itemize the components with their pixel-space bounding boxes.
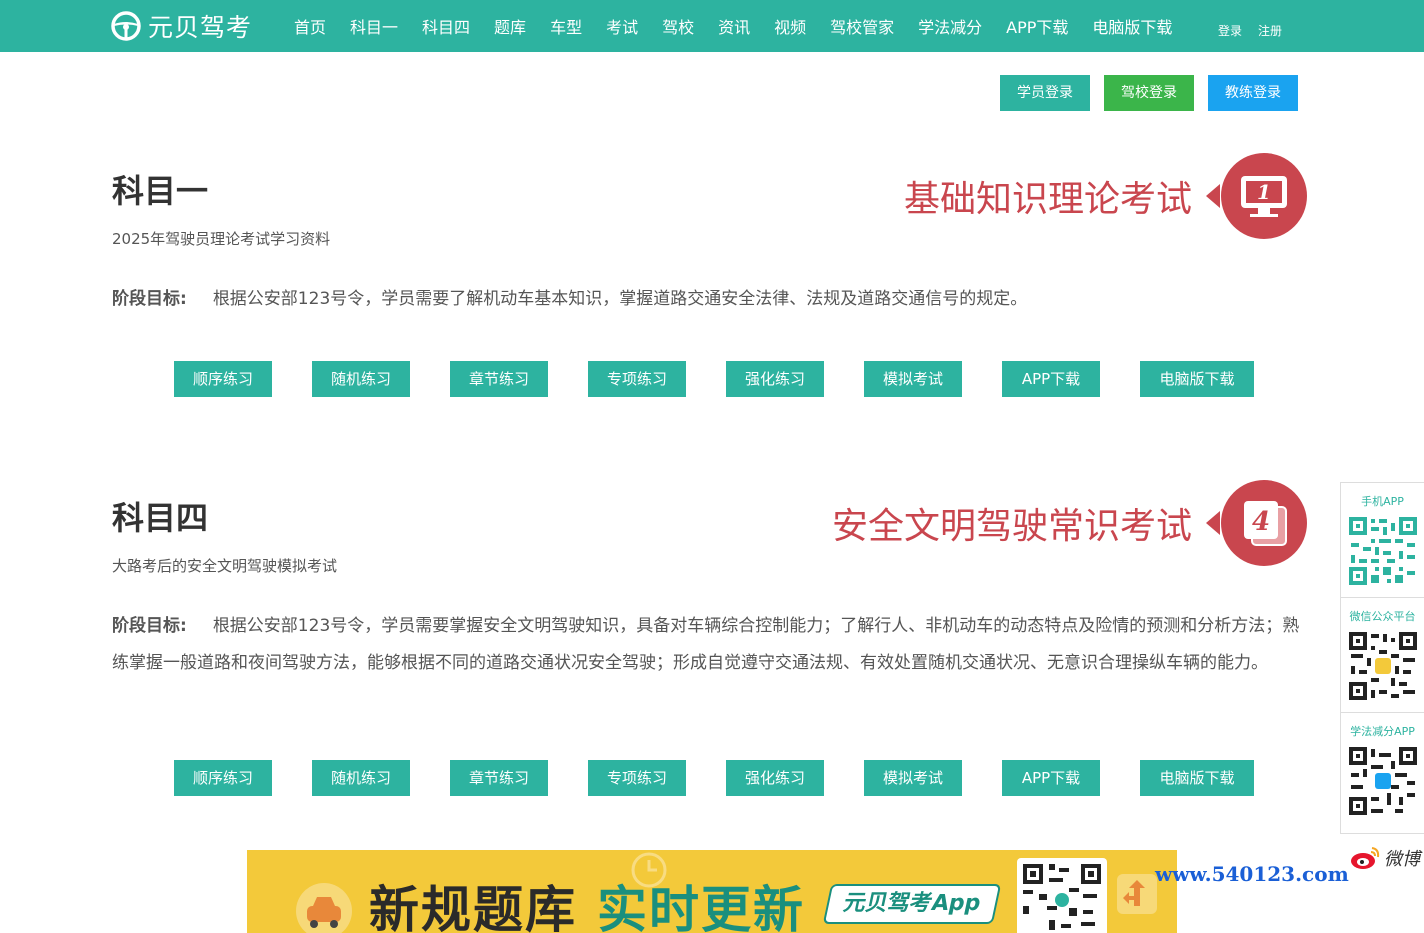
random-practice-button[interactable]: 随机练习 xyxy=(312,361,410,397)
sequential-practice-button[interactable]: 顺序练习 xyxy=(174,760,272,796)
goal-text: 根据公安部123号令，学员需要了解机动车基本知识，掌握道路交通安全法律、法规及道… xyxy=(212,289,1028,309)
nav-item-home[interactable]: 首页 xyxy=(294,14,326,38)
register-link[interactable]: 注册 xyxy=(1258,22,1282,39)
mock-exam-button[interactable]: 模拟考试 xyxy=(864,760,962,796)
slogan-text: 安全文明驾驶常识考试 xyxy=(831,506,1192,547)
student-login-button[interactable]: 学员登录 xyxy=(1000,75,1090,111)
promo-banner[interactable]: 新规题库 实时更新 元贝驾考App xyxy=(247,850,1177,933)
steering-wheel-icon xyxy=(111,11,141,41)
stage-goal: 阶段目标: 根据公安部123号令，学员需要掌握安全文明驾驶知识，具备对车辆综合控制… xyxy=(112,608,1306,682)
section-slogan: 基础知识理论考试 1 xyxy=(904,152,1308,240)
qr-block-mobile-app[interactable]: 手机APP xyxy=(1341,483,1424,598)
top-navigation-bar: 元贝驾考 首页 科目一 科目四 题库 车型 考试 驾校 资讯 视频 驾校管家 学… xyxy=(0,0,1424,52)
main-nav: 首页 科目一 科目四 题库 车型 考试 驾校 资讯 视频 驾校管家 学法减分 A… xyxy=(282,0,1184,52)
section-subject-four: 科目四 大路考后的安全文明驾驶模拟考试 安全文明驾驶常识考试 4 阶段目标: 根据… xyxy=(112,480,1308,796)
section-subject-one: 科目一 2025年驾驶员理论考试学习资料 基础知识理论考试 1 阶段目标: 根据公… xyxy=(112,153,1308,397)
slogan-text: 基础知识理论考试 xyxy=(903,179,1192,220)
nav-item-school-manager[interactable]: 驾校管家 xyxy=(830,14,894,38)
goal-text: 根据公安部123号令，学员需要掌握安全文明驾驶知识，具备对车辆综合控制能力；了解… xyxy=(112,616,1300,673)
banner-headline-1: 新规题库 xyxy=(369,881,577,933)
site-logo[interactable]: 元贝驾考 xyxy=(110,8,252,44)
topic-practice-button[interactable]: 专项练习 xyxy=(588,760,686,796)
practice-button-row: 顺序练习 随机练习 章节练习 专项练习 强化练习 模拟考试 APP下载 电脑版下… xyxy=(174,361,1254,397)
chapter-practice-button[interactable]: 章节练习 xyxy=(450,361,548,397)
nav-item-subject-one[interactable]: 科目一 xyxy=(350,14,398,38)
random-practice-button[interactable]: 随机练习 xyxy=(312,760,410,796)
mock-exam-button[interactable]: 模拟考试 xyxy=(864,361,962,397)
section-slogan: 安全文明驾驶常识考试 4 xyxy=(832,479,1308,567)
intensive-practice-button[interactable]: 强化练习 xyxy=(726,760,824,796)
intensive-practice-button[interactable]: 强化练习 xyxy=(726,361,824,397)
app-download-button[interactable]: APP下载 xyxy=(1002,760,1100,796)
weibo-label: 微博 xyxy=(1384,849,1420,870)
stage-goal: 阶段目标: 根据公安部123号令，学员需要了解机动车基本知识，掌握道路交通安全法律… xyxy=(112,281,1306,318)
app-download-button[interactable]: APP下载 xyxy=(1002,361,1100,397)
nav-item-question-bank[interactable]: 题库 xyxy=(494,14,526,38)
practice-button-row: 顺序练习 随机练习 章节练习 专项练习 强化练习 模拟考试 APP下载 电脑版下… xyxy=(174,760,1254,796)
badge-number: 1 xyxy=(1257,180,1271,204)
qr-label: 手机APP xyxy=(1361,495,1404,508)
topic-practice-button[interactable]: 专项练习 xyxy=(588,361,686,397)
nav-item-app-download[interactable]: APP下载 xyxy=(1006,14,1068,38)
qr-code-icon xyxy=(1017,858,1107,933)
nav-item-exam[interactable]: 考试 xyxy=(606,14,638,38)
chapter-practice-button[interactable]: 章节练习 xyxy=(450,760,548,796)
nav-item-pc-download[interactable]: 电脑版下载 xyxy=(1092,14,1172,38)
side-qr-panel: 手机APP 微信公众平台 学法减分APP xyxy=(1340,482,1424,834)
direction-sign-icon xyxy=(1117,874,1157,914)
nav-item-driving-school[interactable]: 驾校 xyxy=(662,14,694,38)
car-icon xyxy=(296,883,352,933)
sequential-practice-button[interactable]: 顺序练习 xyxy=(174,361,272,397)
qr-block-point-reduction-app[interactable]: 学法减分APP xyxy=(1341,713,1424,828)
badge-number: 4 xyxy=(1252,507,1270,537)
login-link[interactable]: 登录 xyxy=(1218,22,1242,39)
nav-item-vehicle-type[interactable]: 车型 xyxy=(550,14,582,38)
banner-headline-2: 实时更新 xyxy=(597,881,805,933)
banner-app-label: 元贝驾考App xyxy=(822,884,1002,924)
qr-label: 微信公众平台 xyxy=(1349,610,1416,623)
weibo-link[interactable]: 微博 xyxy=(1350,845,1420,871)
nav-item-subject-four[interactable]: 科目四 xyxy=(422,14,470,38)
auth-links: 登录 注册 xyxy=(1210,22,1290,39)
coach-login-button[interactable]: 教练登录 xyxy=(1208,75,1298,111)
nav-item-point-reduction[interactable]: 学法减分 xyxy=(918,14,982,38)
site-watermark: www.540123.com xyxy=(1155,862,1349,886)
goal-label: 阶段目标: xyxy=(112,289,187,309)
monitor-number-badge-icon: 1 xyxy=(1206,153,1307,239)
login-buttons: 学员登录 驾校登录 教练登录 xyxy=(1000,75,1312,111)
brand-name: 元贝驾考 xyxy=(148,13,253,42)
nav-item-video[interactable]: 视频 xyxy=(774,14,806,38)
school-login-button[interactable]: 驾校登录 xyxy=(1104,75,1194,111)
cards-number-badge-icon: 4 xyxy=(1206,480,1307,566)
qr-label: 学法减分APP xyxy=(1350,725,1415,738)
qr-code-icon xyxy=(1346,745,1419,817)
qr-code-icon xyxy=(1346,515,1419,587)
nav-item-news[interactable]: 资讯 xyxy=(718,14,750,38)
qr-block-wechat[interactable]: 微信公众平台 xyxy=(1341,598,1424,713)
weibo-icon xyxy=(1351,847,1380,869)
pc-download-button[interactable]: 电脑版下载 xyxy=(1140,361,1254,397)
goal-label: 阶段目标: xyxy=(112,616,187,636)
pc-download-button[interactable]: 电脑版下载 xyxy=(1140,760,1254,796)
qr-code-icon xyxy=(1346,630,1419,702)
